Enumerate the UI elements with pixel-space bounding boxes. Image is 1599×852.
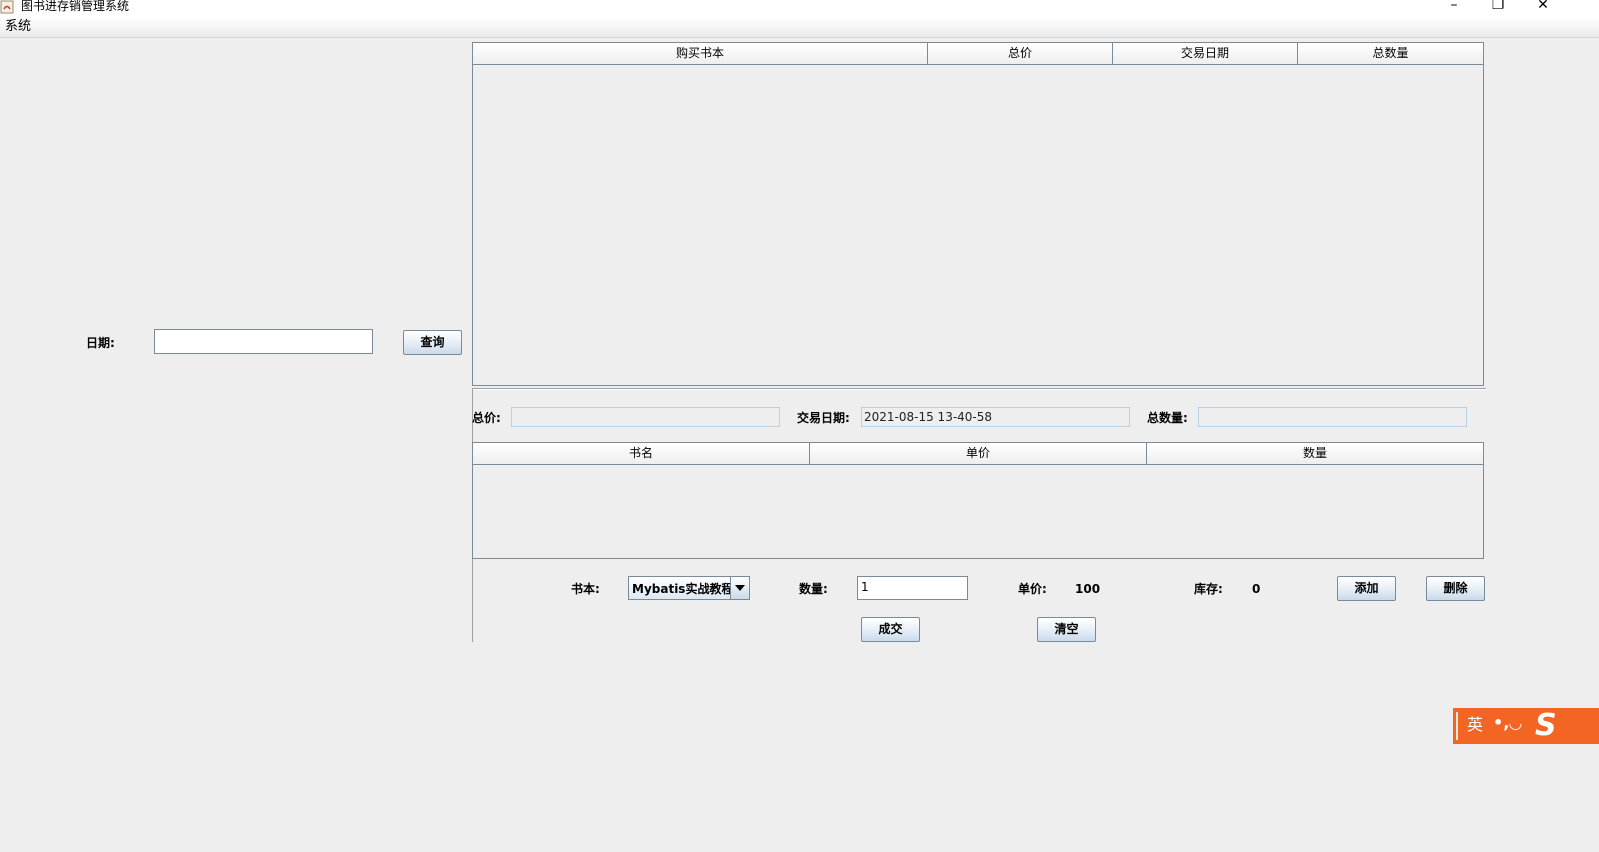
unit-price-value: 100 (1075, 582, 1101, 596)
book-select[interactable]: Mybatis实战教程 (628, 576, 750, 600)
trade-date-label: 交易日期: (797, 411, 850, 425)
title-bar: 图书进存销管理系统 – ❐ ✕ (0, 0, 1599, 17)
col-header-book-name[interactable]: 书名 (473, 443, 810, 464)
ime-language-toggle[interactable]: 英 (1467, 715, 1483, 735)
ime-drag-handle[interactable] (1456, 712, 1458, 740)
sogou-logo-icon[interactable]: S (1535, 710, 1557, 742)
col-header-unit-price[interactable]: 单价 (810, 443, 1147, 464)
close-button[interactable]: ✕ (1531, 0, 1555, 15)
java-app-icon (0, 0, 14, 14)
unit-price-label: 单价: (1018, 582, 1047, 596)
col-header-book[interactable]: 购买书本 (473, 43, 928, 64)
orders-table[interactable]: 购买书本 总价 交易日期 总数量 (472, 42, 1484, 386)
quantity-input[interactable]: 1 (857, 576, 968, 600)
quantity-label: 数量: (799, 582, 828, 596)
orders-table-header: 购买书本 总价 交易日期 总数量 (473, 43, 1483, 65)
menu-system[interactable]: 系统 (5, 18, 31, 36)
col-header-trade-date[interactable]: 交易日期 (1113, 43, 1298, 64)
col-header-total-qty[interactable]: 总数量 (1298, 43, 1483, 64)
total-qty-field (1198, 407, 1467, 427)
col-header-total-price[interactable]: 总价 (928, 43, 1113, 64)
ime-toolbar[interactable]: 英 •,◡ S (1453, 708, 1599, 744)
date-label: 日期: (86, 336, 115, 350)
query-button[interactable]: 查询 (403, 330, 462, 355)
items-table[interactable]: 书名 单价 数量 (472, 442, 1484, 559)
ime-punctuation-icon[interactable]: •,◡ (1493, 713, 1522, 733)
total-qty-label: 总数量: (1147, 411, 1188, 425)
book-label: 书本: (571, 582, 600, 596)
items-table-header: 书名 单价 数量 (473, 443, 1483, 465)
date-input[interactable] (154, 329, 373, 354)
window-title: 图书进存销管理系统 (21, 0, 130, 13)
maximize-button[interactable]: ❐ (1486, 0, 1510, 15)
trade-date-field: 2021-08-15 13-40-58 (861, 407, 1130, 427)
deal-button[interactable]: 成交 (861, 617, 920, 642)
total-price-field (511, 407, 780, 427)
clear-button[interactable]: 清空 (1037, 617, 1096, 642)
menu-bar: 系统 (0, 17, 1599, 38)
delete-button[interactable]: 删除 (1426, 576, 1485, 601)
stock-value: 0 (1252, 582, 1261, 596)
col-header-quantity[interactable]: 数量 (1147, 443, 1483, 464)
total-price-label: 总价: (472, 411, 501, 425)
chevron-down-icon[interactable] (730, 577, 749, 599)
book-select-value: Mybatis实战教程 (632, 582, 734, 596)
add-button[interactable]: 添加 (1337, 576, 1396, 601)
panel-divider (472, 388, 1486, 390)
minimize-button[interactable]: – (1442, 0, 1466, 15)
stock-label: 库存: (1194, 582, 1223, 596)
